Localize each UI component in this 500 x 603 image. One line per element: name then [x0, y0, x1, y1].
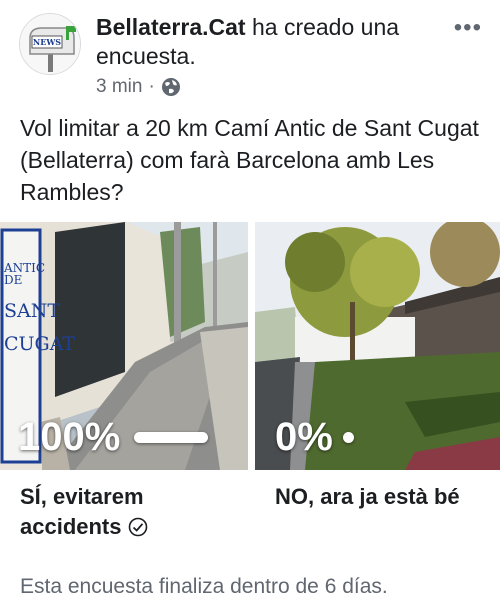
check-circle-icon: [128, 517, 147, 537]
more-icon[interactable]: •••: [454, 16, 482, 40]
poll-footer: Esta encuesta finaliza dentro de 6 días.: [20, 575, 388, 598]
option-label-yes[interactable]: SÍ, evitarem accidents: [20, 482, 250, 542]
sign-text: ANTIC DE SANT CUGAT: [4, 261, 76, 355]
option-label-no[interactable]: NO, ara ja està bé: [275, 482, 495, 512]
post-header: NEWS Bellaterra.Cat ha creado una encues…: [0, 0, 500, 110]
option-label-yes-text: SÍ, evitarem accidents: [20, 484, 144, 539]
poll-option-yes[interactable]: ANTIC DE SANT CUGAT 100%: [0, 222, 248, 470]
sign-line-3: CUGAT: [4, 333, 76, 355]
post-title: Bellaterra.Cat ha creado una encuesta.: [96, 13, 456, 71]
post-meta: 3 min ·: [96, 76, 181, 98]
percent-no: 0%: [275, 415, 333, 459]
author-name[interactable]: Bellaterra.Cat: [96, 14, 246, 40]
news-mailbox-logo: NEWS: [20, 14, 80, 74]
poll-option-no[interactable]: 0%: [255, 222, 500, 470]
post-time[interactable]: 3 min: [96, 76, 142, 98]
result-bar-no: [342, 432, 354, 443]
page-avatar[interactable]: NEWS: [19, 13, 81, 75]
globe-icon: [161, 78, 180, 96]
svg-text:NEWS: NEWS: [33, 37, 61, 47]
result-row-yes: 100%: [18, 415, 209, 460]
sign-line-2: SANT: [4, 300, 61, 322]
result-row-no: 0%: [275, 415, 354, 460]
meta-separator: ·: [148, 76, 155, 97]
sign-line-1: ANTIC DE: [4, 261, 46, 287]
result-bar-yes: [134, 432, 209, 443]
poll-question: Vol limitar a 20 km Camí Antic de Sant C…: [20, 115, 479, 205]
percent-yes: 100%: [18, 415, 121, 459]
